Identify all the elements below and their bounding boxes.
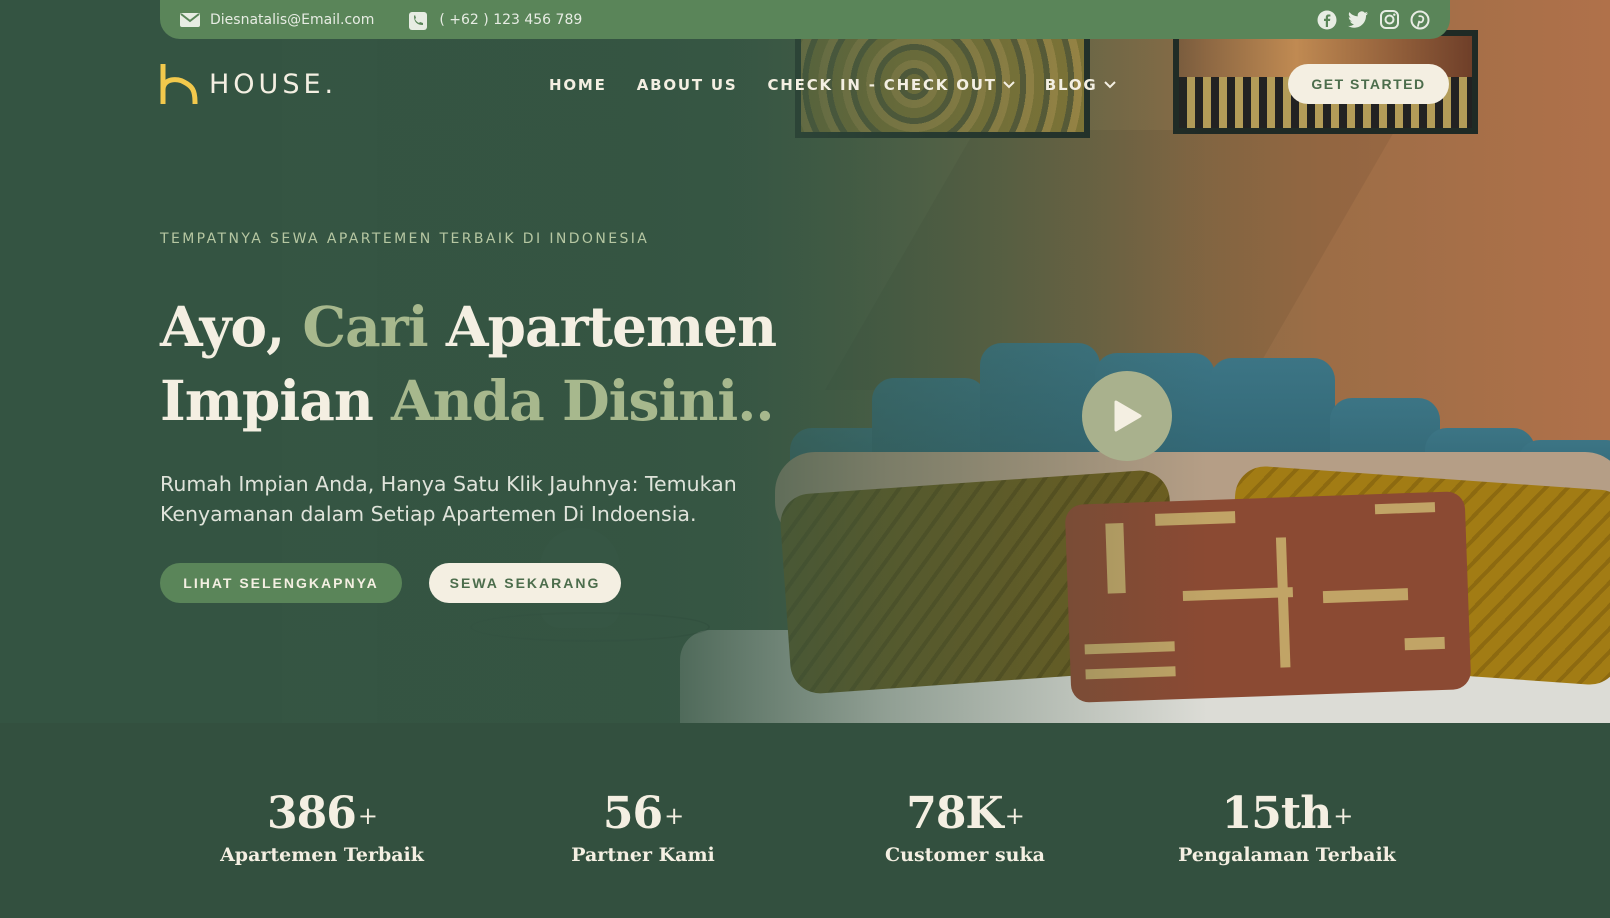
sewa-sekarang-button[interactable]: SEWA SEKARANG [429,563,621,603]
headline-text: Apartemen [427,294,777,359]
nav-item-label: HOME [549,76,607,94]
lihat-selengkapnya-button[interactable]: LIHAT SELENGKAPNYA [160,563,402,603]
twitter-icon[interactable] [1348,10,1368,30]
stat-label: Pengalaman Terbaik [1178,844,1396,866]
stat-item: 56+ Partner Kami [493,786,793,866]
headline-accent: Anda Disini.. [391,368,775,433]
hero-headline: Ayo, Cari Apartemen Impian Anda Disini.. [160,290,800,438]
play-icon [1114,400,1142,432]
hero-tagline: TEMPATNYA SEWA APARTEMEN TERBAIK DI INDO… [160,231,650,247]
social-links [1317,10,1430,30]
stat-suffix: + [664,802,684,830]
stat-value: 15th+ [1221,788,1354,839]
nav-item-home[interactable]: HOME [549,76,607,94]
nav-item-about-us[interactable]: ABOUT US [637,76,738,94]
nav-item-label: CHECK IN - CHECK OUT [767,76,997,94]
headline-text: Ayo, [160,294,303,359]
chevron-down-icon [1103,81,1116,89]
stat-label: Customer suka [885,844,1045,866]
top-contact-bar: Diesnatalis@Email.com ( +62 ) 123 456 78… [160,0,1450,39]
email-text: Diesnatalis@Email.com [210,11,375,28]
instagram-icon[interactable] [1379,10,1399,30]
email-contact[interactable]: Diesnatalis@Email.com [180,12,374,28]
nav-item-blog[interactable]: BLOG [1045,76,1116,94]
chevron-down-icon [1003,81,1015,89]
stat-item: 78K+ Customer suka [815,786,1115,866]
main-nav: HOME ABOUT US CHECK IN - CHECK OUT BLOG [549,76,1116,94]
house-logo-icon [160,64,198,104]
headline-text: Impian [160,368,392,433]
phone-text: ( +62 ) 123 456 789 [439,11,583,28]
nav-item-label: ABOUT US [636,76,738,94]
stat-suffix: + [1004,802,1025,830]
nav-item-check-in-check-out[interactable]: CHECK IN - CHECK OUT [768,76,1015,94]
stat-value: 386+ [267,788,378,839]
pinterest-icon[interactable] [1410,10,1430,30]
headline-accent: Cari [302,294,428,359]
phone-contact[interactable]: ( +62 ) 123 456 789 [409,11,583,30]
stat-item: 15th+ Pengalaman Terbaik [1137,786,1437,866]
stat-label: Partner Kami [571,844,715,866]
stat-label: Apartemen Terbaik [220,844,424,866]
stat-suffix: + [1333,802,1353,830]
facebook-icon[interactable] [1317,10,1337,30]
stat-item: 386+ Apartemen Terbaik [172,786,472,866]
stat-value: 56+ [602,788,684,839]
play-video-button[interactable] [1082,371,1172,461]
stats-section: 386+ Apartemen Terbaik 56+ Partner Kami … [0,723,1610,918]
mail-icon [180,12,200,28]
phone-icon [409,11,429,30]
stat-value: 78K+ [906,788,1025,839]
brand-logo[interactable]: HOUSE. [160,64,337,104]
get-started-button[interactable]: GET STARTED [1288,64,1449,104]
stat-suffix: + [357,802,378,830]
nav-item-label: BLOG [1044,76,1098,94]
hero-subtext: Rumah Impian Anda, Hanya Satu Klik Jauhn… [160,472,737,526]
brand-name: HOUSE. [209,68,338,100]
